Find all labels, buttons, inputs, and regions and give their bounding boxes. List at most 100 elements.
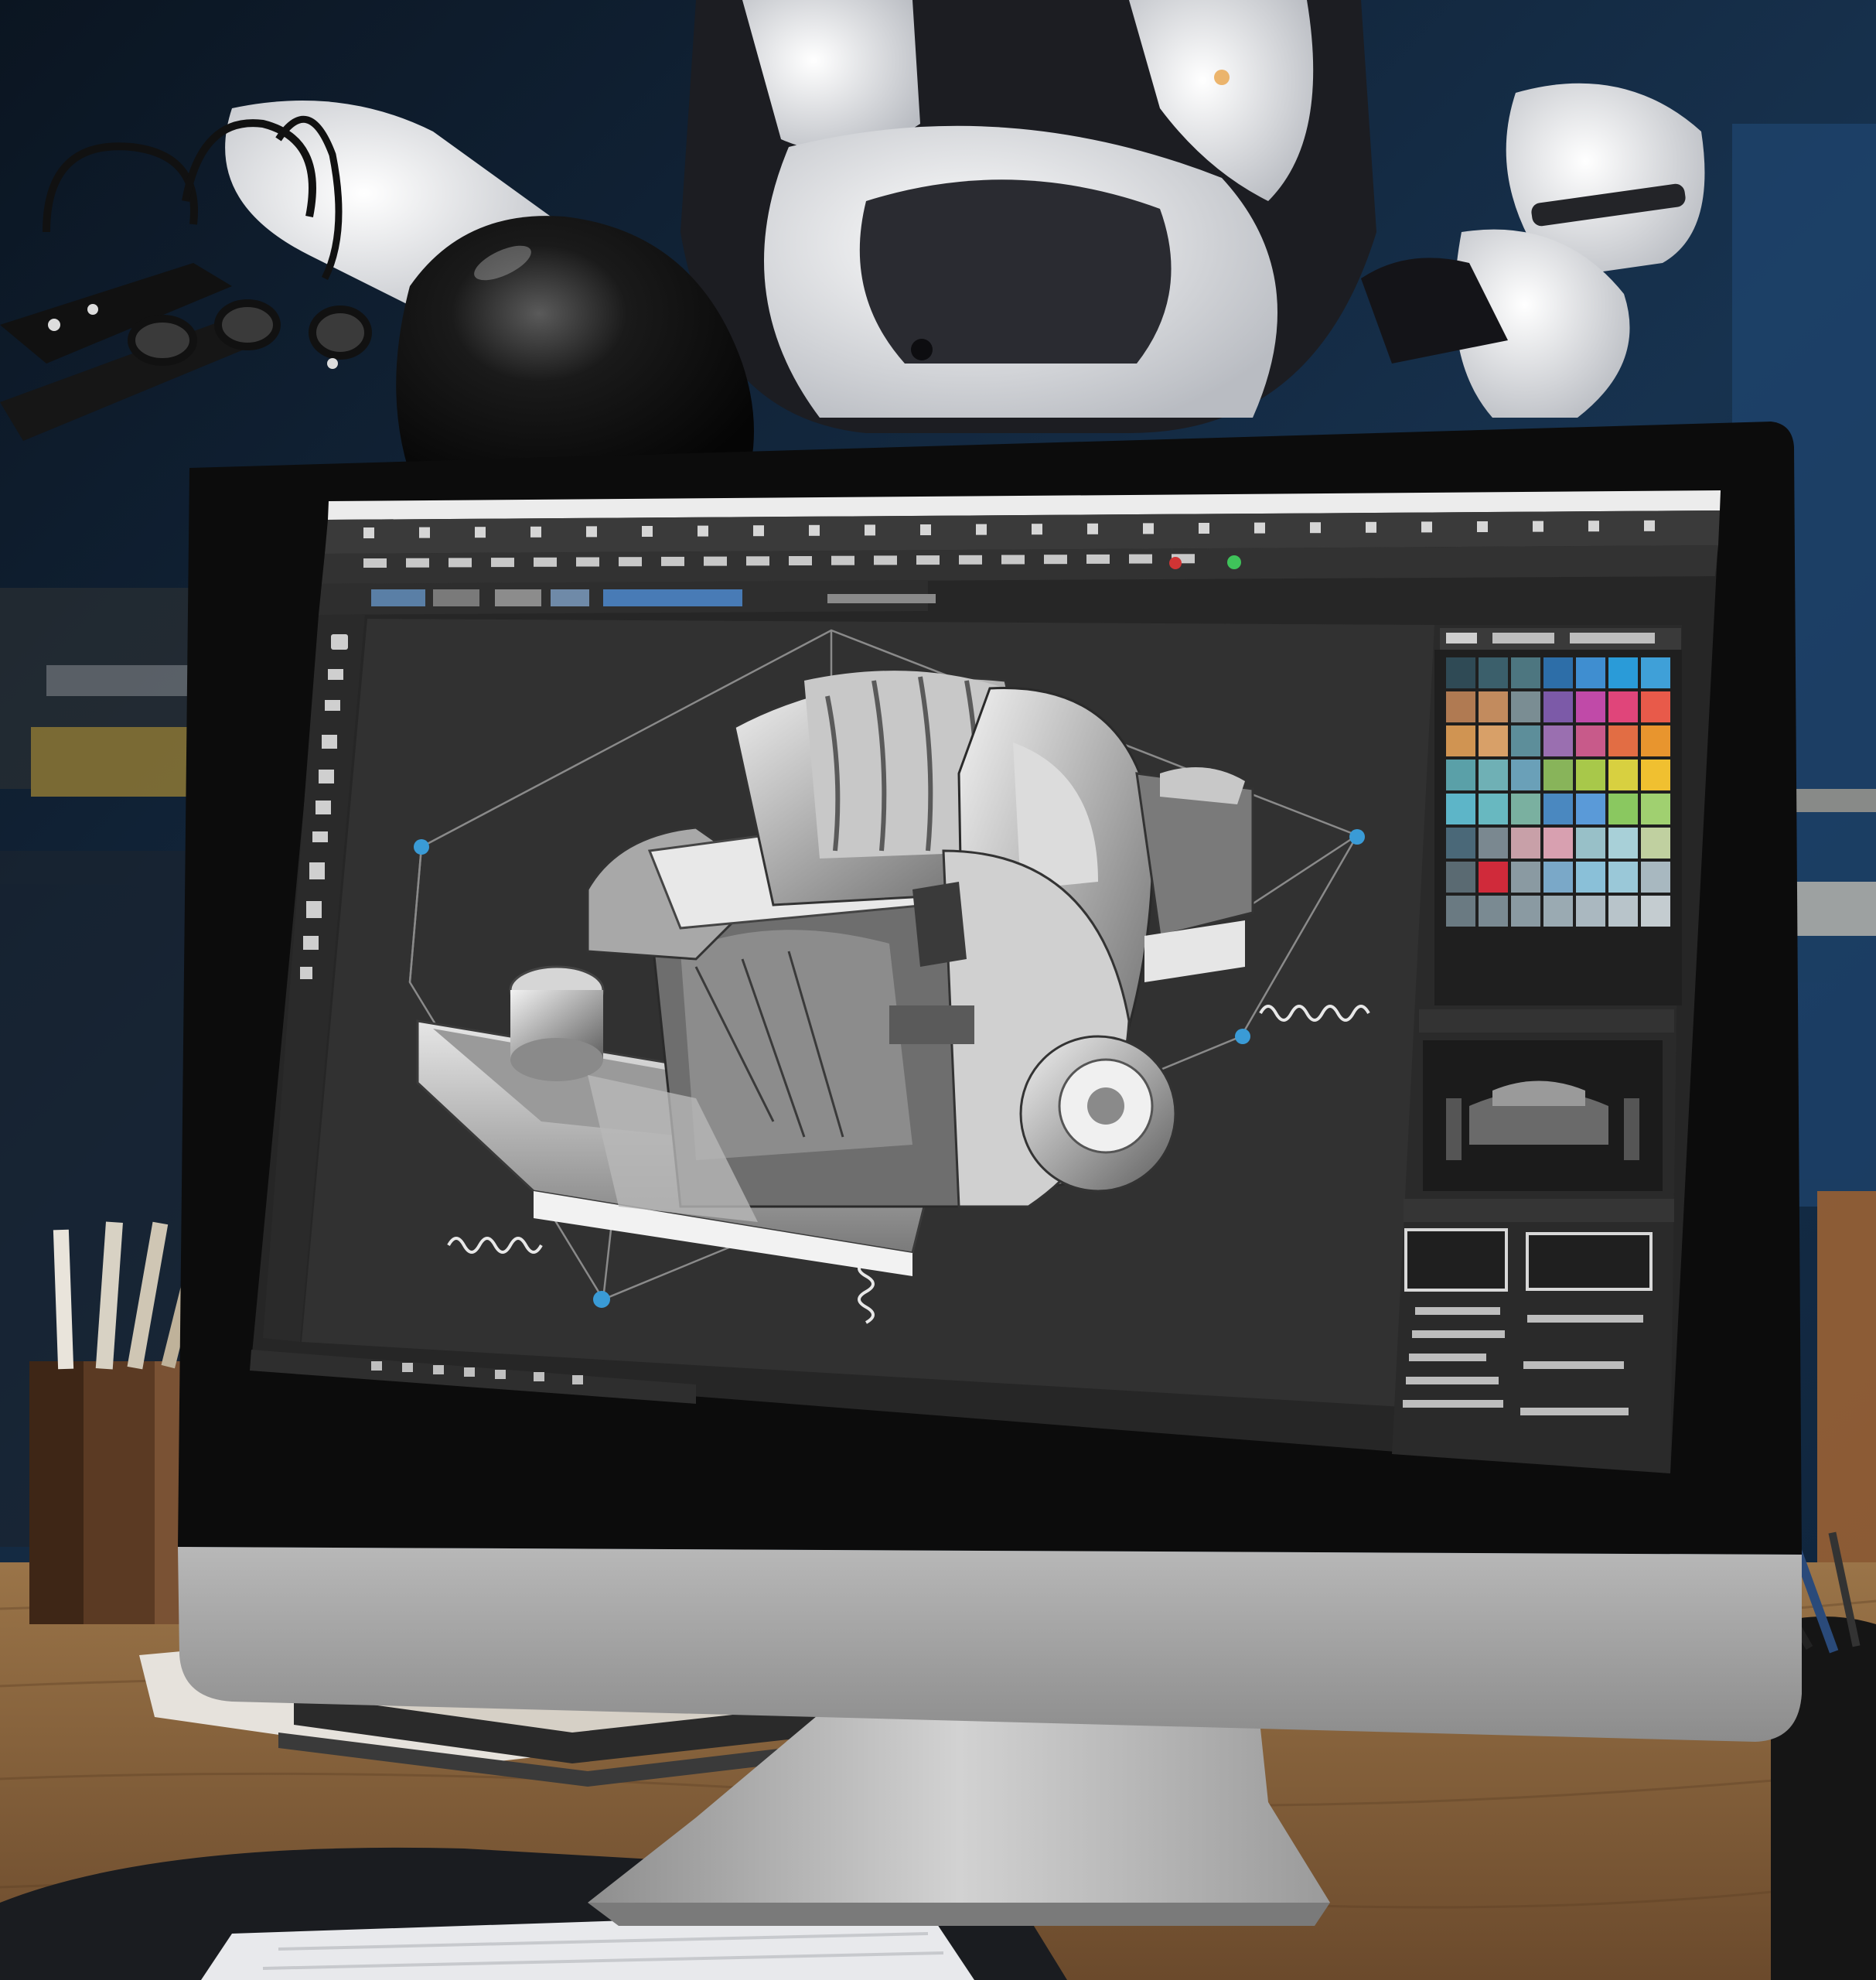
color-swatch[interactable] xyxy=(1446,691,1475,722)
toolbar-icon[interactable] xyxy=(642,526,653,537)
photo-scene xyxy=(0,0,1876,1980)
color-swatch[interactable] xyxy=(1641,760,1670,790)
color-swatch[interactable] xyxy=(1479,725,1508,756)
color-swatch[interactable] xyxy=(1608,896,1638,927)
color-swatch[interactable] xyxy=(1446,760,1475,790)
color-swatch[interactable] xyxy=(1641,725,1670,756)
color-swatch[interactable] xyxy=(1576,725,1605,756)
toolbar-option[interactable] xyxy=(874,555,897,565)
color-swatch[interactable] xyxy=(1511,862,1540,893)
toolbar-option[interactable] xyxy=(959,555,982,565)
color-swatch[interactable] xyxy=(1608,691,1638,722)
color-swatch[interactable] xyxy=(1641,691,1670,722)
toolbar-icon[interactable] xyxy=(475,527,486,538)
color-swatch[interactable] xyxy=(1543,760,1573,790)
color-swatch[interactable] xyxy=(1511,691,1540,722)
toolbar-icon[interactable] xyxy=(419,527,430,538)
toolbar-icon[interactable] xyxy=(1366,521,1376,533)
color-swatch[interactable] xyxy=(1576,760,1605,790)
toolbar-icon[interactable] xyxy=(865,524,875,536)
toolbar-option[interactable] xyxy=(1044,555,1067,565)
color-swatch[interactable] xyxy=(1608,725,1638,756)
color-swatch[interactable] xyxy=(1608,657,1638,688)
toolbar-icon[interactable] xyxy=(1032,524,1042,535)
color-swatch[interactable] xyxy=(1511,896,1540,927)
toolbar-option[interactable] xyxy=(619,557,642,567)
color-swatch[interactable] xyxy=(1479,896,1508,927)
toolbar-icon[interactable] xyxy=(586,526,597,538)
toolbar-icon[interactable] xyxy=(976,524,987,535)
color-swatch[interactable] xyxy=(1576,828,1605,859)
toolbar-icon[interactable] xyxy=(809,524,820,536)
color-swatch[interactable] xyxy=(1543,828,1573,859)
toolbar-option[interactable] xyxy=(1001,555,1025,565)
toolbar-option[interactable] xyxy=(576,557,599,567)
color-swatch[interactable] xyxy=(1608,862,1638,893)
toolbar-icon[interactable] xyxy=(1199,523,1209,534)
color-swatch[interactable] xyxy=(1446,794,1475,824)
color-swatch[interactable] xyxy=(1543,657,1573,688)
color-swatch[interactable] xyxy=(1479,828,1508,859)
toolbar-option[interactable] xyxy=(661,556,684,566)
color-swatch[interactable] xyxy=(1543,691,1573,722)
color-swatch[interactable] xyxy=(1543,794,1573,824)
toolbar-option[interactable] xyxy=(789,556,812,565)
color-swatch[interactable] xyxy=(1576,794,1605,824)
color-swatch[interactable] xyxy=(1608,794,1638,824)
toolbar-icon[interactable] xyxy=(698,525,708,537)
color-swatch[interactable] xyxy=(1511,657,1540,688)
color-swatch[interactable] xyxy=(1576,657,1605,688)
toolbar-option[interactable] xyxy=(746,556,769,566)
color-swatch[interactable] xyxy=(1576,862,1605,893)
color-swatch[interactable] xyxy=(1543,862,1573,893)
toolbar-icon[interactable] xyxy=(1143,523,1154,534)
color-swatch[interactable] xyxy=(1641,896,1670,927)
toolbar-icon[interactable] xyxy=(363,527,374,538)
toolbar-icon[interactable] xyxy=(920,524,931,535)
toolbar-option[interactable] xyxy=(1129,554,1152,564)
toolbar-option[interactable] xyxy=(1086,554,1110,564)
color-swatch[interactable] xyxy=(1543,725,1573,756)
toolbar-icon[interactable] xyxy=(1588,521,1599,532)
color-swatch[interactable] xyxy=(1576,896,1605,927)
color-swatch[interactable] xyxy=(1511,828,1540,859)
color-swatch[interactable] xyxy=(1608,828,1638,859)
toolbar-icon[interactable] xyxy=(753,525,764,537)
toolbar-option[interactable] xyxy=(406,558,429,568)
color-swatch[interactable] xyxy=(1479,657,1508,688)
color-swatch[interactable] xyxy=(1543,896,1573,927)
toolbar-option[interactable] xyxy=(916,555,940,565)
toolbar-option[interactable] xyxy=(534,557,557,567)
toolbar-icon[interactable] xyxy=(530,526,541,538)
color-swatch[interactable] xyxy=(1479,691,1508,722)
color-swatch[interactable] xyxy=(1641,794,1670,824)
color-swatch[interactable] xyxy=(1479,760,1508,790)
color-swatch[interactable] xyxy=(1641,828,1670,859)
color-swatch[interactable] xyxy=(1446,828,1475,859)
toolbar-option[interactable] xyxy=(363,558,387,568)
color-swatch[interactable] xyxy=(1511,760,1540,790)
color-swatch[interactable] xyxy=(1511,725,1540,756)
color-swatch[interactable] xyxy=(1641,657,1670,688)
color-swatch[interactable] xyxy=(1608,760,1638,790)
color-swatch[interactable] xyxy=(1511,794,1540,824)
toolbar-icon[interactable] xyxy=(1477,521,1488,532)
color-swatch[interactable] xyxy=(1446,657,1475,688)
color-swatch[interactable] xyxy=(1446,862,1475,893)
toolbar-icon[interactable] xyxy=(1087,523,1098,534)
color-swatch[interactable] xyxy=(1479,794,1508,824)
toolbar-icon[interactable] xyxy=(1310,522,1321,534)
color-swatch[interactable] xyxy=(1641,862,1670,893)
color-swatch[interactable] xyxy=(1446,896,1475,927)
toolbar-icon[interactable] xyxy=(1421,521,1432,533)
toolbar-option[interactable] xyxy=(704,556,727,566)
toolbar-option[interactable] xyxy=(491,558,514,568)
toolbar-option[interactable] xyxy=(831,555,854,565)
color-swatch[interactable] xyxy=(1446,725,1475,756)
color-swatch[interactable] xyxy=(1576,691,1605,722)
color-swatch[interactable] xyxy=(1479,862,1508,893)
toolbar-option[interactable] xyxy=(449,558,472,568)
toolbar-icon[interactable] xyxy=(1254,522,1265,534)
toolbar-icon[interactable] xyxy=(1533,521,1543,532)
toolbar-icon[interactable] xyxy=(1644,520,1655,531)
